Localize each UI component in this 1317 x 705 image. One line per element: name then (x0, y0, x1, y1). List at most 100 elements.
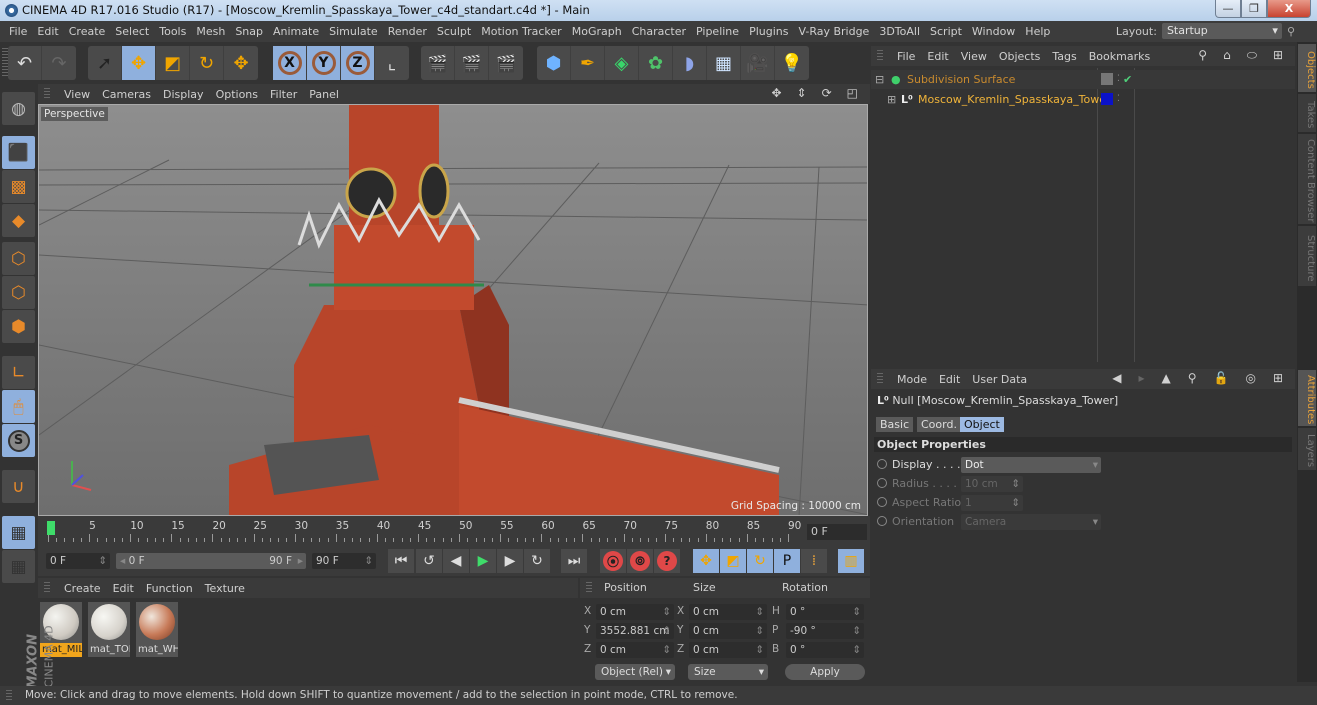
scale-button[interactable]: ◩ (156, 46, 190, 80)
menu-mograph[interactable]: MoGraph (567, 25, 627, 38)
record-keys-button[interactable]: ⦿ (600, 549, 626, 573)
menu-v-ray-bridge[interactable]: V-Ray Bridge (793, 25, 874, 38)
object-name[interactable]: Moscow_Kremlin_Spasskaya_Tower (918, 90, 1111, 109)
workplane-lock-button[interactable]: ▦ (2, 516, 35, 549)
go-to-end-button[interactable]: ⏭ (561, 549, 587, 573)
timeline-ruler[interactable]: 051015202530354045505560657075808590 0 F (38, 516, 870, 546)
animate-radio-icon[interactable] (877, 478, 887, 488)
position-field[interactable]: 0 cm ⇕ (596, 642, 674, 658)
recent-tool-button[interactable]: ✥ (224, 46, 258, 80)
workplane-mode-button[interactable]: ◆ (2, 204, 35, 237)
chevron-down-icon[interactable]: ▾ (1093, 457, 1098, 473)
key-parameter-button[interactable]: P (774, 549, 800, 573)
menu-help[interactable]: Help (1020, 25, 1055, 38)
menu-file[interactable]: File (4, 25, 32, 38)
size-mode-dropdown[interactable]: Size ▾ (688, 664, 768, 680)
material-swatch[interactable]: mat_TOI (88, 602, 130, 657)
z-axis-lock-button[interactable]: Z (341, 46, 375, 80)
layer-swatch[interactable] (1101, 73, 1113, 85)
maximize-view-icon[interactable]: ◰ (841, 86, 864, 100)
collapse-icon[interactable]: ⊟ (875, 70, 884, 89)
material-name[interactable]: mat_WH (136, 643, 178, 657)
frame-ruler[interactable]: 051015202530354045505560657075808590 (47, 518, 808, 544)
key-pla-button[interactable]: ⁞ (801, 549, 827, 573)
side-tab-takes[interactable]: Takes (1298, 94, 1316, 132)
rotation-field[interactable]: 0 ° ⇕ (786, 642, 864, 658)
viewport-menu-display[interactable]: Display (157, 88, 210, 101)
move-button[interactable]: ✥ (122, 46, 156, 80)
coordinate-grip[interactable] (586, 582, 592, 594)
lock-icon[interactable]: 🔓 (1208, 371, 1235, 385)
material-menu-texture[interactable]: Texture (199, 582, 251, 595)
keyframe-selection-button[interactable]: ? (654, 549, 680, 573)
spinner-icon[interactable]: ⇕ (852, 604, 861, 620)
layout-dropdown[interactable]: Startup (1161, 23, 1282, 39)
floor-button[interactable]: ▦ (707, 46, 741, 80)
workplane-align-button[interactable]: ▦ (2, 550, 35, 583)
y-axis-lock-button[interactable]: Y (307, 46, 341, 80)
rotate-button[interactable]: ↻ (190, 46, 224, 80)
coordinate-system-button[interactable]: ⌞ (375, 46, 409, 80)
position-field[interactable]: 0 cm ⇕ (596, 604, 674, 620)
layer-color-swatch[interactable] (1101, 93, 1113, 105)
close-button[interactable]: X (1267, 0, 1311, 18)
viewport[interactable]: Perspective Grid Spacing : 10000 cm (38, 104, 868, 516)
render-picture-viewer-button[interactable]: 🎬 (455, 46, 489, 80)
make-editable-button[interactable]: ◍ (2, 92, 35, 125)
size-field[interactable]: 0 cm ⇕ (689, 642, 767, 658)
apply-button[interactable]: Apply (785, 664, 865, 680)
attribute-menu-user-data[interactable]: User Data (966, 373, 1033, 386)
playhead[interactable] (47, 521, 55, 535)
material-name[interactable]: mat_TOI (88, 643, 130, 657)
attribute-grip[interactable] (877, 373, 883, 385)
key-position-button[interactable]: ✥ (693, 549, 719, 573)
timeline-window-button[interactable]: ▥ (838, 549, 864, 573)
edges-mode-button[interactable]: ⬡ (2, 276, 35, 309)
property-dropdown[interactable]: Dot ▾ (961, 457, 1101, 473)
search-icon[interactable]: ⚲ (1287, 25, 1295, 38)
search-icon[interactable]: ⚲ (1182, 371, 1203, 385)
frame-range-slider[interactable]: ◂ 0 F 90 F ▸ (116, 553, 306, 569)
key-scale-button[interactable]: ◩ (720, 549, 746, 573)
menu-character[interactable]: Character (627, 25, 691, 38)
snap-button[interactable]: ∪ (2, 470, 35, 503)
viewport-menu-view[interactable]: View (58, 88, 96, 101)
solo-button[interactable]: S (2, 424, 35, 457)
camera-button[interactable]: 🎥 (741, 46, 775, 80)
object-menu-file[interactable]: File (891, 50, 921, 63)
redo-button[interactable]: ↷ (42, 46, 76, 80)
go-to-start-button[interactable]: ⏮ (388, 549, 414, 573)
render-settings-button[interactable]: 🎬 (489, 46, 523, 80)
new-view-icon[interactable]: ⊞ (1267, 48, 1289, 63)
viewport-menu-filter[interactable]: Filter (264, 88, 303, 101)
undo-button[interactable]: ↶ (8, 46, 42, 80)
object-name[interactable]: Subdivision Surface (907, 70, 1015, 89)
side-tab-objects[interactable]: Objects (1298, 44, 1316, 92)
points-mode-button[interactable]: ⬡ (2, 242, 35, 275)
search-icon[interactable]: ⚲ (1192, 48, 1213, 63)
menu-sculpt[interactable]: Sculpt (432, 25, 476, 38)
spinner-icon[interactable]: ⇕ (662, 623, 671, 639)
animate-radio-icon[interactable] (877, 516, 887, 526)
forward-arrow-icon[interactable]: ▸ (1132, 371, 1150, 385)
menu-3dtoall[interactable]: 3DToAll (874, 25, 925, 38)
menu-create[interactable]: Create (64, 25, 111, 38)
rotation-field[interactable]: 0 ° ⇕ (786, 604, 864, 620)
object-menu-objects[interactable]: Objects (993, 50, 1047, 63)
new-view-icon[interactable]: ⊞ (1267, 371, 1289, 385)
tab-object[interactable]: Object (960, 417, 1004, 432)
previous-key-button[interactable]: ↺ (416, 549, 442, 573)
menu-window[interactable]: Window (967, 25, 1020, 38)
maximize-button[interactable]: ❐ (1241, 0, 1267, 18)
current-frame-field[interactable]: 0 F (807, 524, 867, 540)
menu-plugins[interactable]: Plugins (744, 25, 793, 38)
cube-button[interactable]: ⬢ (537, 46, 571, 80)
zoom-view-icon[interactable]: ⇕ (791, 86, 813, 100)
camera-label[interactable]: Perspective (41, 107, 108, 121)
key-rotation-button[interactable]: ↻ (747, 549, 773, 573)
back-arrow-icon[interactable]: ◀ (1106, 371, 1127, 385)
expand-icon[interactable]: ⊞ (887, 90, 896, 109)
size-field[interactable]: 0 cm ⇕ (689, 604, 767, 620)
side-tab-structure[interactable]: Structure (1298, 226, 1316, 286)
eye-icon[interactable]: ⬭ (1241, 48, 1263, 63)
